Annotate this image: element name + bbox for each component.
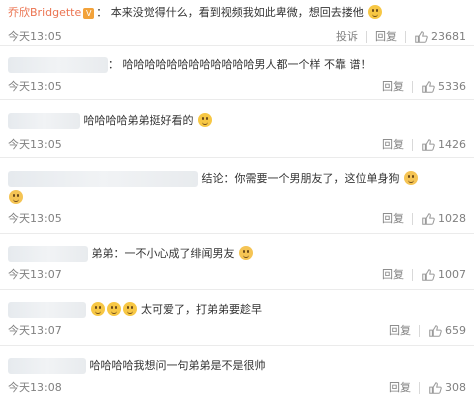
comment-meta: 今天13:07 回复 659 <box>8 322 466 340</box>
comment-body: 哈哈哈哈我想问一句弟弟是不是很帅 <box>8 357 466 375</box>
comment-time: 今天13:07 <box>8 268 62 281</box>
reply-button[interactable]: 回复 <box>375 28 397 46</box>
like-count: 659 <box>445 324 466 337</box>
comment-item: 太可爱了，打弟弟要趁早 今天13:07 回复 659 <box>0 290 474 346</box>
comment-text: 哈哈哈哈弟弟挺好看的 <box>83 114 194 127</box>
like-count: 1426 <box>438 138 466 151</box>
comment-meta: 今天13:05 回复 1426 <box>8 136 466 154</box>
comment-text: 哈哈哈哈我想问一句弟弟是不是很帅 <box>89 359 266 372</box>
divider <box>412 213 413 225</box>
thumb-up-icon <box>415 31 428 43</box>
comment-body-continued <box>8 189 466 207</box>
comment-meta: 今天13:05 投诉 回复 23681 <box>8 28 466 46</box>
reply-button[interactable]: 回复 <box>382 78 404 96</box>
comment-meta: 今天13:08 回复 308 <box>8 379 466 397</box>
like-count: 23681 <box>431 30 466 43</box>
like-button[interactable]: 23681 <box>414 28 466 46</box>
like-count: 1028 <box>438 212 466 225</box>
reply-button[interactable]: 回复 <box>382 210 404 228</box>
comment-meta: 今天13:05 回复 5336 <box>8 78 466 96</box>
redacted-username <box>8 171 198 187</box>
reply-button[interactable]: 回复 <box>382 136 404 154</box>
comment-body: 哈哈哈哈弟弟挺好看的 <box>8 112 466 130</box>
laughing-emoji-icon <box>106 302 121 316</box>
redacted-username <box>8 113 80 129</box>
like-button[interactable]: 659 <box>428 322 466 340</box>
divider <box>412 269 413 281</box>
comment-item: 哈哈哈哈弟弟挺好看的 今天13:05 回复 1426 <box>0 100 474 158</box>
thumb-up-icon <box>422 139 435 151</box>
divider <box>412 81 413 93</box>
comment-actions: 回复 1028 <box>382 210 466 228</box>
verified-badge-icon: V <box>83 7 95 19</box>
thumb-up-icon <box>422 81 435 93</box>
laughing-emoji-icon <box>90 302 105 316</box>
username-link[interactable]: 乔欣Bridgette <box>8 6 81 19</box>
divider <box>366 31 367 43</box>
comment-time: 今天13:05 <box>8 212 62 225</box>
smiley-emoji-icon <box>198 113 212 127</box>
comment-body: ： 哈哈哈哈哈哈哈哈哈哈哈哈男人都一个样 不靠 谱！ <box>8 56 466 74</box>
comment-meta: 今天13:07 回复 1007 <box>8 266 466 284</box>
like-button[interactable]: 308 <box>428 379 466 397</box>
like-count: 5336 <box>438 80 466 93</box>
comment-list: 乔欣Bridgette V： 本来没觉得什么，看到视频我如此卑微，想回去搂他 今天… <box>0 0 474 414</box>
thumb-up-icon <box>422 269 435 281</box>
comment-actions: 回复 1007 <box>382 266 466 284</box>
comment-item: 哈哈哈哈我想问一句弟弟是不是很帅 今天13:08 回复 308 <box>0 346 474 414</box>
cat-emoji-icon <box>9 190 23 204</box>
thumb-up-icon <box>429 325 442 337</box>
reply-button[interactable]: 回复 <box>389 379 411 397</box>
comment-time: 今天13:05 <box>8 30 62 43</box>
comment-actions: 回复 5336 <box>382 78 466 96</box>
comment-time: 今天13:05 <box>8 138 62 151</box>
comment-item: 乔欣Bridgette V： 本来没觉得什么，看到视频我如此卑微，想回去搂他 今天… <box>0 0 474 46</box>
comment-body: 弟弟：一不小心成了绯闻男友 <box>8 245 466 263</box>
comment-time: 今天13:08 <box>8 381 62 394</box>
smiley-emoji-icon <box>368 5 383 19</box>
comment-body: 太可爱了，打弟弟要趁早 <box>8 301 466 319</box>
like-button[interactable]: 1007 <box>421 266 466 284</box>
cat-emoji-icon <box>404 171 418 185</box>
thumb-up-icon <box>429 382 442 394</box>
like-count: 308 <box>445 381 466 394</box>
reply-button[interactable]: 回复 <box>382 266 404 284</box>
like-button[interactable]: 1028 <box>421 210 466 228</box>
comment-text: 结论：你需要一个男朋友了，这位单身狗 <box>201 172 400 185</box>
comment-item: ： 哈哈哈哈哈哈哈哈哈哈哈哈男人都一个样 不靠 谱！ 今天13:05 回复 53… <box>0 46 474 100</box>
divider <box>405 31 406 43</box>
divider <box>412 139 413 151</box>
redacted-username <box>8 246 88 262</box>
comment-item: 弟弟：一不小心成了绯闻男友 今天13:07 回复 1007 <box>0 234 474 290</box>
comment-actions: 回复 659 <box>389 322 466 340</box>
comment-time: 今天13:07 <box>8 324 62 337</box>
comment-item: 结论：你需要一个男朋友了，这位单身狗 今天13:05 回复 1028 <box>0 158 474 234</box>
redacted-username <box>8 57 108 73</box>
laughing-emoji-icon <box>122 302 137 316</box>
comment-text: 哈哈哈哈哈哈哈哈哈哈哈哈男人都一个样 不靠 谱！ <box>122 58 372 71</box>
redacted-username <box>8 358 86 374</box>
comment-actions: 投诉 回复 23681 <box>336 28 466 46</box>
divider <box>419 325 420 337</box>
comment-text: 本来没觉得什么，看到视频我如此卑微，想回去搂他 <box>110 6 364 19</box>
comment-text: 太可爱了，打弟弟要趁早 <box>141 303 262 316</box>
like-count: 1007 <box>438 268 466 281</box>
reply-button[interactable]: 回复 <box>389 322 411 340</box>
cat-emoji-icon <box>239 246 253 260</box>
thumb-up-icon <box>422 213 435 225</box>
like-button[interactable]: 1426 <box>421 136 466 154</box>
comment-actions: 回复 308 <box>389 379 466 397</box>
report-button[interactable]: 投诉 <box>336 28 358 46</box>
comment-body: 结论：你需要一个男朋友了，这位单身狗 <box>8 170 466 188</box>
redacted-username <box>8 302 86 318</box>
comment-actions: 回复 1426 <box>382 136 466 154</box>
comment-meta: 今天13:05 回复 1028 <box>8 210 466 228</box>
comment-time: 今天13:05 <box>8 80 62 93</box>
comment-text: 弟弟：一不小心成了绯闻男友 <box>91 247 235 260</box>
comment-body: 乔欣Bridgette V： 本来没觉得什么，看到视频我如此卑微，想回去搂他 <box>8 4 466 22</box>
divider <box>419 382 420 394</box>
like-button[interactable]: 5336 <box>421 78 466 96</box>
